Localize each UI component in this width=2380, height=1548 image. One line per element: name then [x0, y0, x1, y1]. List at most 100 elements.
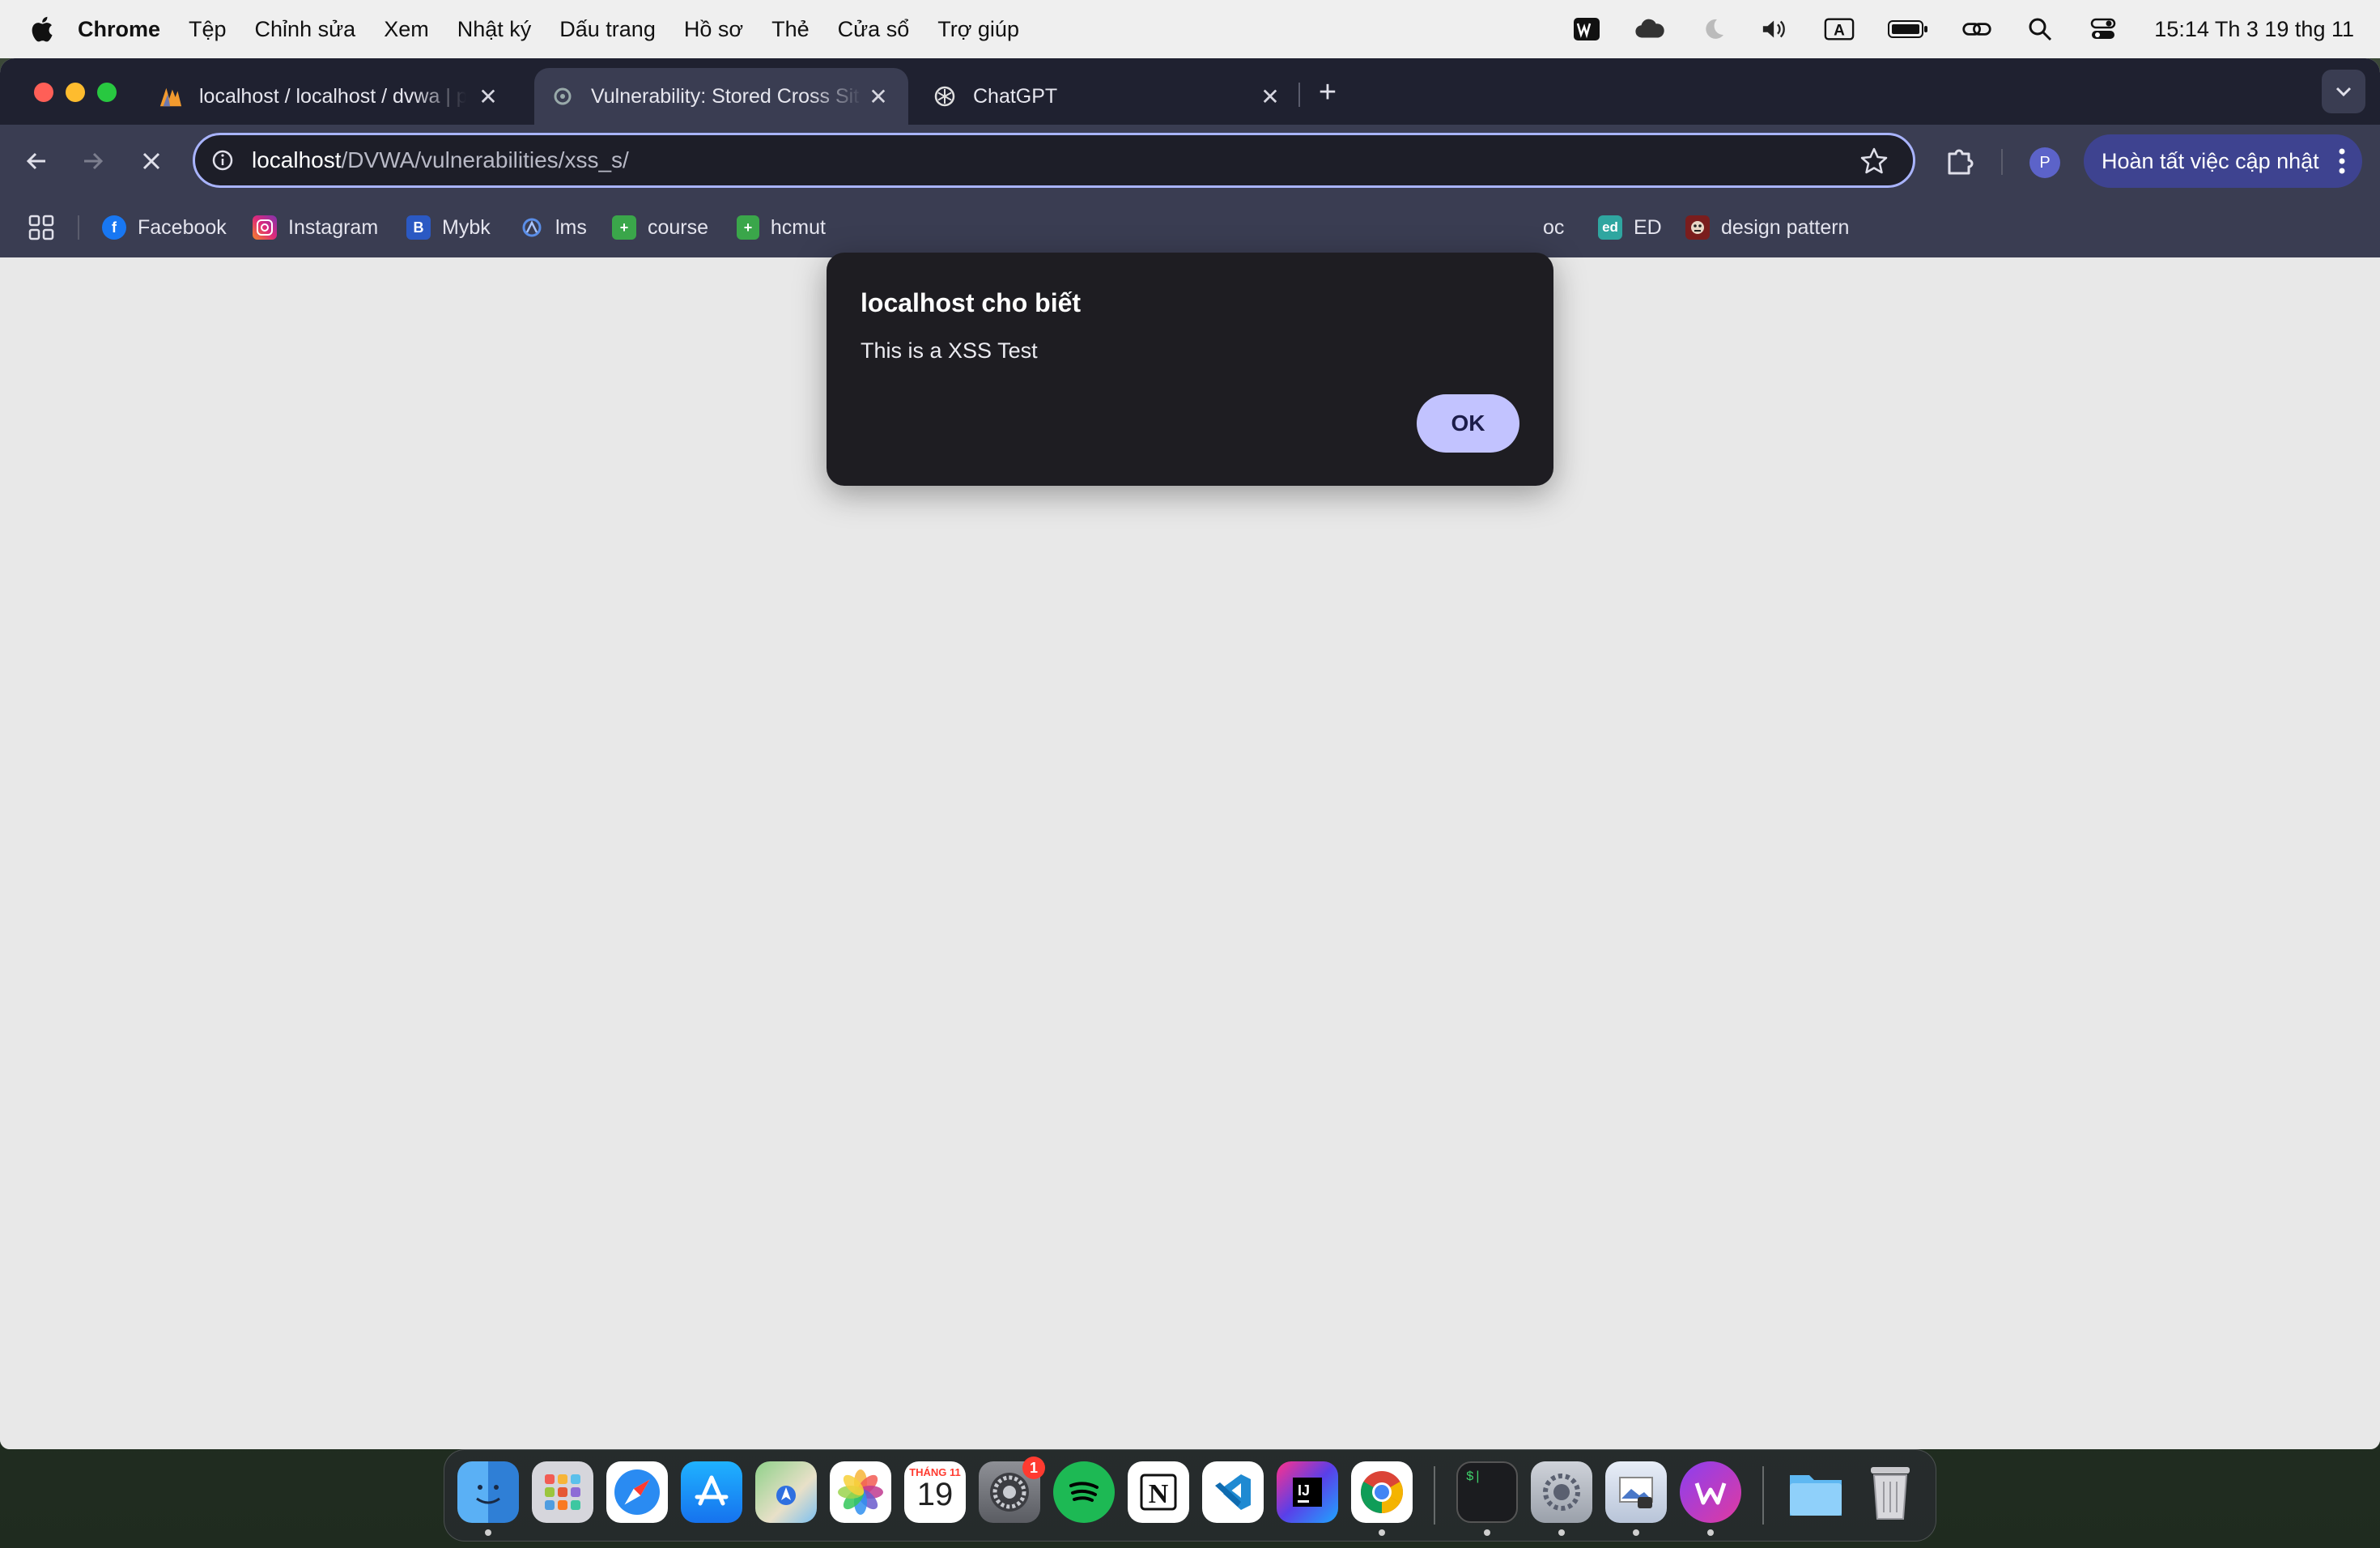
- bookmark-facebook[interactable]: f Facebook: [102, 211, 227, 245]
- spotify-icon[interactable]: [1053, 1461, 1115, 1523]
- bookmark-design-pattern[interactable]: design pattern: [1685, 211, 1849, 245]
- facebook-icon: f: [102, 215, 126, 240]
- bookmark-label: Facebook: [138, 215, 227, 239]
- chrome-icon[interactable]: [1351, 1461, 1413, 1523]
- safari-icon[interactable]: [606, 1461, 668, 1523]
- more-menu-icon[interactable]: [2338, 147, 2346, 175]
- menu-window[interactable]: Cửa sổ: [838, 17, 910, 42]
- close-tab-icon[interactable]: ✕: [476, 84, 500, 109]
- close-tab-icon[interactable]: ✕: [866, 84, 890, 109]
- dialog-message: This is a XSS Test: [861, 338, 1038, 363]
- phpmyadmin-icon: [159, 84, 183, 108]
- dock-running-dot: [1484, 1529, 1490, 1536]
- calendar-day: 19: [916, 1477, 954, 1512]
- calendar-icon[interactable]: THÁNG 11 19: [904, 1461, 966, 1523]
- dialog-title: localhost cho biết: [861, 288, 1082, 317]
- vscode-icon[interactable]: [1202, 1461, 1264, 1523]
- wps-icon[interactable]: [1571, 14, 1602, 45]
- minimize-window-button[interactable]: [66, 83, 85, 102]
- volume-icon[interactable]: [1761, 14, 1791, 45]
- status-area: A 15:14 Th 3 19 thg 11: [1571, 0, 2354, 58]
- new-tab-plus-icon[interactable]: +: [1313, 75, 1342, 109]
- moon-icon[interactable]: [1698, 14, 1728, 45]
- apps-grid-icon[interactable]: [28, 214, 55, 241]
- bookmark-label: Mybk: [442, 215, 491, 239]
- menu-view[interactable]: Xem: [384, 17, 429, 42]
- bookmark-course[interactable]: + course: [612, 211, 708, 245]
- fullscreen-window-button[interactable]: [97, 83, 117, 102]
- macos-menubar: Chrome Tệp Chỉnh sửa Xem Nhật ký Dấu tra…: [0, 0, 2380, 58]
- tab-search-chevron-icon[interactable]: [2322, 70, 2365, 113]
- bookmark-mybk[interactable]: B Mybk: [406, 211, 491, 245]
- wondershare-icon[interactable]: [1680, 1461, 1741, 1523]
- apple-icon[interactable]: [29, 15, 53, 43]
- link-icon[interactable]: [1961, 14, 1992, 45]
- terminal-icon[interactable]: $|: [1456, 1461, 1518, 1523]
- downloads-folder-icon[interactable]: [1785, 1461, 1847, 1523]
- utility-icon[interactable]: [1531, 1461, 1592, 1523]
- back-arrow-icon[interactable]: [18, 142, 55, 180]
- menu-items: Chrome Tệp Chỉnh sửa Xem Nhật ký Dấu tra…: [78, 17, 1048, 42]
- menu-history[interactable]: Nhật ký: [457, 17, 532, 42]
- system-settings-icon[interactable]: 1: [979, 1457, 1045, 1523]
- forward-arrow-icon[interactable]: [74, 142, 112, 180]
- address-bar[interactable]: localhost/DVWA/vulnerabilities/xss_s/: [193, 133, 1915, 188]
- intellij-icon[interactable]: IJ: [1277, 1461, 1338, 1523]
- hcmut-icon: +: [737, 215, 759, 240]
- update-button[interactable]: Hoàn tất việc cập nhật: [2084, 134, 2362, 188]
- menu-file[interactable]: Tệp: [189, 17, 227, 42]
- bookmark-label: oc: [1543, 215, 1565, 239]
- menu-bookmarks[interactable]: Dấu trang: [559, 17, 656, 42]
- site-info-icon[interactable]: [210, 147, 236, 173]
- cloud-icon[interactable]: [1634, 14, 1665, 45]
- svg-text:IJ: IJ: [1298, 1482, 1310, 1499]
- notification-badge: 1: [1022, 1457, 1045, 1479]
- close-tab-icon[interactable]: ✕: [1258, 84, 1282, 109]
- dock-divider: [1762, 1466, 1764, 1525]
- bookmark-label: design pattern: [1721, 215, 1850, 239]
- dock: THÁNG 11 19 1 N IJ $|: [444, 1449, 1936, 1542]
- clock[interactable]: 15:14 Th 3 19 thg 11: [2154, 17, 2354, 42]
- menu-profiles[interactable]: Hồ sơ: [684, 17, 743, 42]
- input-source-icon[interactable]: A: [1824, 14, 1855, 45]
- stop-loading-icon[interactable]: [133, 142, 170, 180]
- bookmark-hcmut[interactable]: + hcmut: [737, 211, 826, 245]
- lms-icon: [520, 215, 544, 240]
- course-icon: +: [612, 215, 636, 240]
- trash-icon[interactable]: [1859, 1461, 1921, 1523]
- battery-icon[interactable]: [1887, 14, 1929, 45]
- finder-icon[interactable]: [457, 1461, 519, 1523]
- url-host: localhost: [252, 147, 342, 172]
- bookmark-instagram[interactable]: Instagram: [253, 211, 378, 245]
- menu-chrome[interactable]: Chrome: [78, 17, 160, 42]
- browser-toolbar: localhost/DVWA/vulnerabilities/xss_s/ P …: [0, 125, 2380, 198]
- preview-icon[interactable]: [1605, 1461, 1667, 1523]
- extensions-icon[interactable]: [1943, 144, 1977, 178]
- maps-icon[interactable]: [755, 1461, 817, 1523]
- tab-strip: localhost / localhost / dvwa | p ✕ Vulne…: [0, 58, 2380, 125]
- dvwa-icon: [550, 84, 575, 108]
- close-window-button[interactable]: [34, 83, 53, 102]
- bookmarks-divider: [78, 215, 79, 240]
- launchpad-icon[interactable]: [532, 1461, 593, 1523]
- alert-dialog: localhost cho biết This is a XSS Test OK: [827, 253, 1553, 486]
- bookmark-star-icon[interactable]: [1859, 147, 1889, 176]
- tab-phpmyadmin[interactable]: localhost / localhost / dvwa | p ✕: [159, 68, 518, 125]
- url-text[interactable]: localhost/DVWA/vulnerabilities/xss_s/: [252, 147, 629, 173]
- bookmark-lms[interactable]: lms: [520, 211, 587, 245]
- control-center-icon[interactable]: [2088, 14, 2119, 45]
- search-icon[interactable]: [2025, 14, 2055, 45]
- notion-icon[interactable]: N: [1128, 1461, 1189, 1523]
- menu-tab[interactable]: Thẻ: [771, 17, 810, 42]
- bookmark-partial[interactable]: oc: [1543, 211, 1564, 245]
- bookmark-ed[interactable]: ed ED: [1598, 211, 1662, 245]
- menu-edit[interactable]: Chỉnh sửa: [255, 17, 356, 42]
- photos-icon[interactable]: [830, 1461, 891, 1523]
- menu-help[interactable]: Trợ giúp: [937, 17, 1019, 42]
- app-store-icon[interactable]: [681, 1461, 742, 1523]
- ok-button[interactable]: OK: [1417, 394, 1519, 453]
- tab-dvwa-stored-xss[interactable]: Vulnerability: Stored Cross Sit ✕: [534, 68, 908, 125]
- dock-running-dot: [1633, 1529, 1639, 1536]
- tab-chatgpt[interactable]: ChatGPT ✕: [933, 68, 1300, 125]
- profile-avatar[interactable]: P: [2029, 147, 2060, 178]
